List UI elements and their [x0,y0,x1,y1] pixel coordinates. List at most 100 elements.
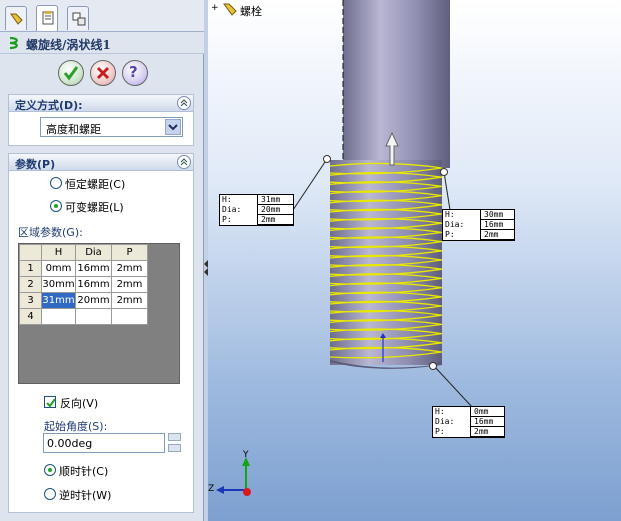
chevron-down-icon[interactable] [165,119,181,135]
property-manager-panel: 螺旋线/涡状线1 ? 定义方式(D): 高度和螺距 参数(P) 恒定螺距(C) … [0,0,204,521]
callout-p[interactable]: 2mm [480,230,514,240]
panel-tabs [0,0,204,32]
region-params-grid[interactable]: H Dia P 1 0mm 16mm 2mm 2 30mm 16mm 2mm 3… [18,243,180,384]
callout-p[interactable]: 2mm [470,427,504,437]
help-label: ? [129,63,138,81]
reverse-label: 反向(V) [60,397,99,410]
leader-line [433,365,474,409]
variable-pitch-radio[interactable] [50,200,62,212]
callout-key: H: [222,195,232,204]
spin-down-button[interactable] [168,444,181,452]
callout-key: Dia: [445,220,465,229]
start-angle-value: 0.00deg [47,437,93,450]
callout-p[interactable]: 2mm [257,215,293,225]
cell-h[interactable] [41,308,76,325]
clockwise-radio[interactable] [44,464,56,476]
row-index: 2 [19,276,42,293]
start-angle-input[interactable]: 0.00deg [43,433,165,453]
property-manager-icon [42,11,54,25]
clockwise-label: 顺时针(C) [59,465,109,478]
tab-property-manager[interactable] [36,5,58,31]
callout-h[interactable]: 30mm [480,210,514,220]
graphics-viewport[interactable]: + 螺栓 Y Z H: 31mm Dia: 20mm P: 2mm H: 30m… [208,0,621,521]
counterclockwise-label: 逆时针(W) [59,489,112,502]
leader-line [443,171,451,211]
column-header-h: H [41,244,76,261]
callout-key: Dia: [222,205,242,214]
callout-h[interactable]: 0mm [470,407,504,417]
checkmark-icon [63,66,79,81]
helix-callout[interactable]: H: 31mm Dia: 20mm P: 2mm [219,194,294,226]
callout-key: H: [435,407,445,416]
column-header-p: P [111,244,148,261]
cell-p[interactable]: 2mm [111,260,148,277]
control-point[interactable] [323,155,331,163]
callout-key: P: [435,427,445,436]
callout-dia[interactable]: 20mm [257,205,293,215]
table-row: 4 [19,308,148,325]
control-point[interactable] [440,168,448,176]
spin-up-button[interactable] [168,433,181,441]
callout-h[interactable]: 31mm [257,195,293,205]
helix-icon [9,36,18,50]
row-index: 1 [19,260,42,277]
start-angle-label: 起始角度(S): [44,420,108,433]
definition-header-label: 定义方式(D): [15,99,83,112]
params-header-label: 参数(P) [15,158,56,171]
cell-dia[interactable] [75,308,112,325]
checkmark-icon [46,398,56,408]
column-header-dia: Dia [75,244,112,261]
close-icon [96,66,110,80]
region-params-label: 区域参数(G): [18,226,83,239]
callout-dia[interactable]: 16mm [480,220,514,230]
cell-dia[interactable]: 20mm [75,292,112,309]
constant-pitch-radio[interactable] [50,177,62,189]
x-axis-dot [243,488,251,496]
feature-tree-icon [10,13,23,25]
definition-group-header[interactable]: 定义方式(D): [8,94,194,112]
tab-configuration-manager[interactable] [67,6,89,30]
z-axis-label: Z [208,484,215,494]
cell-p[interactable]: 2mm [111,292,148,309]
collapse-chevron-icon[interactable] [177,96,191,110]
counterclockwise-radio[interactable] [44,488,56,500]
cell-p[interactable]: 2mm [111,276,148,293]
table-row: 1 0mm 16mm 2mm [19,260,148,277]
definition-dropdown[interactable]: 高度和螺距 [40,117,183,137]
model-svg [216,0,474,496]
help-button[interactable]: ? [122,60,148,86]
helix-callout[interactable]: H: 30mm Dia: 16mm P: 2mm [442,209,515,241]
tab-feature-manager[interactable] [5,6,27,30]
feature-title-bar: 螺旋线/涡状线1 [0,32,204,54]
reverse-checkbox[interactable] [44,396,56,408]
row-index: 3 [19,292,42,309]
helix-callout[interactable]: H: 0mm Dia: 16mm P: 2mm [432,406,505,438]
cancel-button[interactable] [90,60,116,86]
z-axis-arrow [216,486,224,494]
params-group-header[interactable]: 参数(P) [8,153,194,171]
ok-button[interactable] [58,60,84,86]
feature-title: 螺旋线/涡状线1 [26,38,111,52]
cell-p[interactable] [111,308,148,325]
callout-key: H: [445,210,455,219]
definition-value: 高度和螺距 [46,123,101,136]
variable-pitch-label: 可变螺距(L) [65,201,124,214]
table-row: 3 31mm 20mm 2mm [19,292,148,309]
cell-dia[interactable]: 16mm [75,276,112,293]
callout-key: P: [445,230,455,239]
constant-pitch-label: 恒定螺距(C) [65,178,126,191]
callout-dia[interactable]: 16mm [470,417,504,427]
cell-h[interactable]: 30mm [41,276,76,293]
row-index: 4 [19,308,42,325]
y-axis-label: Y [243,450,249,460]
leader-line [292,158,328,211]
configuration-icon [72,12,86,26]
table-row: 2 30mm 16mm 2mm [19,276,148,293]
callout-key: P: [222,215,232,224]
cell-h[interactable]: 0mm [41,260,76,277]
cell-h-selected[interactable]: 31mm [41,292,76,309]
control-point[interactable] [429,362,437,370]
collapse-chevron-icon[interactable] [177,155,191,169]
cell-dia[interactable]: 16mm [75,260,112,277]
callout-key: Dia: [435,417,455,426]
